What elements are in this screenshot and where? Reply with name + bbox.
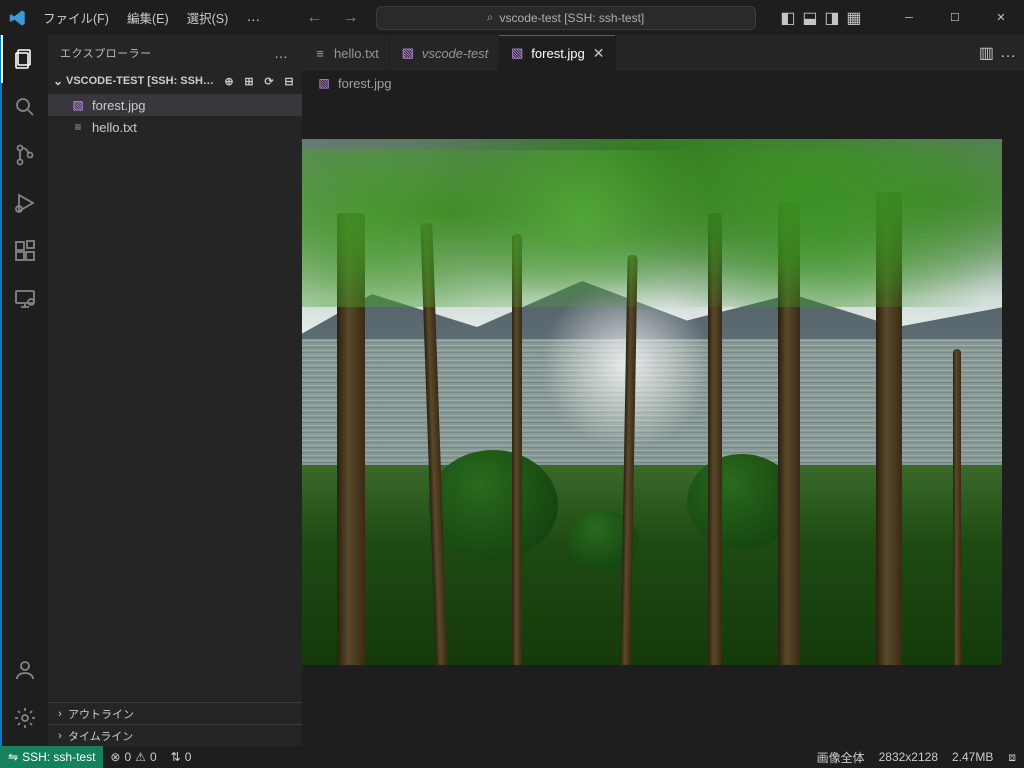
nav-arrows: ← → <box>300 7 364 29</box>
window-controls: ─ ☐ ✕ <box>886 0 1024 35</box>
tree-item-hello[interactable]: ≡ hello.txt <box>48 116 302 138</box>
status-image-size[interactable]: 2.47MB <box>945 746 1000 768</box>
activity-extensions[interactable] <box>1 227 49 275</box>
activity-bar <box>0 35 48 746</box>
menu-bar: ファイル(F) 編集(E) 選択(S) … <box>35 4 270 31</box>
tree-item-forest[interactable]: ▧ forest.jpg <box>48 94 302 116</box>
activity-search[interactable] <box>1 83 49 131</box>
command-center-text: vscode-test [SSH: ssh-test] <box>500 11 645 25</box>
toggle-secondary-sidebar-icon[interactable]: ◨ <box>822 8 842 28</box>
timeline-pane[interactable]: › タイムライン <box>48 724 302 746</box>
chevron-right-icon: › <box>52 730 68 742</box>
status-notifications-icon[interactable]: ⧈ <box>1000 746 1024 768</box>
tab-close-icon[interactable]: ✕ <box>593 45 605 62</box>
menu-file[interactable]: ファイル(F) <box>35 4 117 31</box>
text-file-icon: ≡ <box>70 119 86 135</box>
status-ports[interactable]: ⇅ 0 <box>164 746 199 768</box>
warning-icon: ⚠ <box>135 750 146 764</box>
sidebar-more-icon[interactable]: … <box>274 45 290 61</box>
tab-label: forest.jpg <box>531 46 584 61</box>
activity-run-debug[interactable] <box>1 179 49 227</box>
toggle-primary-sidebar-icon[interactable]: ◧ <box>778 8 798 28</box>
image-preview <box>302 139 1002 665</box>
menu-more[interactable]: … <box>238 4 270 31</box>
image-file-icon: ▧ <box>509 45 525 61</box>
error-count: 0 <box>124 750 131 764</box>
activity-source-control[interactable] <box>1 131 49 179</box>
customize-layout-icon[interactable]: ▦ <box>844 8 864 28</box>
image-file-icon: ▧ <box>70 97 86 113</box>
file-tree: ▧ forest.jpg ≡ hello.txt <box>48 92 302 702</box>
status-image-dimensions[interactable]: 2832x2128 <box>872 746 945 768</box>
outline-pane[interactable]: › アウトライン <box>48 702 302 724</box>
vscode-logo-icon <box>0 9 35 27</box>
error-icon: ⊗ <box>110 750 120 764</box>
editor-area: ≡ hello.txt ▧ vscode-test ▧ forest.jpg ✕… <box>302 35 1024 746</box>
sidebar-header: エクスプローラー … <box>48 35 302 70</box>
tab-hello[interactable]: ≡ hello.txt <box>302 35 390 71</box>
menu-edit[interactable]: 編集(E) <box>119 4 177 31</box>
tree-item-label: hello.txt <box>92 120 137 135</box>
menu-select[interactable]: 選択(S) <box>179 4 237 31</box>
breadcrumb-label: forest.jpg <box>338 76 391 91</box>
text-file-icon: ≡ <box>312 45 328 61</box>
tab-more-icon[interactable]: … <box>1000 44 1016 62</box>
new-file-icon[interactable]: ⊕ <box>220 72 238 90</box>
search-icon: ⌕ <box>487 10 494 25</box>
image-viewer[interactable] <box>302 95 1024 746</box>
refresh-icon[interactable]: ⟳ <box>260 72 278 90</box>
image-file-icon: ▧ <box>316 75 332 91</box>
activity-explorer[interactable] <box>1 35 49 83</box>
nav-forward-icon[interactable]: → <box>336 7 364 29</box>
ports-icon: ⇅ <box>171 750 181 764</box>
tab-bar-actions: ▥ … <box>971 35 1024 71</box>
window-close-button[interactable]: ✕ <box>978 0 1024 35</box>
warning-count: 0 <box>150 750 157 764</box>
activity-settings[interactable] <box>1 694 49 742</box>
activity-accounts[interactable] <box>1 646 49 694</box>
activity-remote-explorer[interactable] <box>1 275 49 323</box>
sidebar-title: エクスプローラー <box>60 45 152 61</box>
breadcrumb[interactable]: ▧ forest.jpg <box>302 71 1024 95</box>
chevron-right-icon: › <box>52 708 68 720</box>
window-minimize-button[interactable]: ─ <box>886 0 932 35</box>
ports-count: 0 <box>185 750 192 764</box>
tab-vscode-test[interactable]: ▧ vscode-test <box>390 35 499 71</box>
command-center[interactable]: ⌕ vscode-test [SSH: ssh-test] <box>376 6 756 30</box>
tab-label: vscode-test <box>422 46 488 61</box>
remote-text: SSH: ssh-test <box>22 750 95 764</box>
status-bar: ⇋ SSH: ssh-test ⊗ 0 ⚠ 0 ⇅ 0 画像全体 2832x21… <box>0 746 1024 768</box>
new-folder-icon[interactable]: ⊞ <box>240 72 258 90</box>
collapse-all-icon[interactable]: ⊟ <box>280 72 298 90</box>
sidebar-panes: › アウトライン › タイムライン <box>48 702 302 746</box>
split-editor-icon[interactable]: ▥ <box>979 43 994 63</box>
title-bar: ファイル(F) 編集(E) 選択(S) … ← → ⌕ vscode-test … <box>0 0 1024 35</box>
image-file-icon: ▧ <box>400 45 416 61</box>
toggle-panel-icon[interactable]: ⬓ <box>800 8 820 28</box>
explorer-sidebar: エクスプローラー … ⌄ VSCODE-TEST [SSH: SSH… ⊕ ⊞ … <box>48 35 302 746</box>
status-problems[interactable]: ⊗ 0 ⚠ 0 <box>103 746 163 768</box>
chevron-down-icon: ⌄ <box>50 74 66 88</box>
nav-back-icon[interactable]: ← <box>300 7 328 29</box>
folder-name: VSCODE-TEST [SSH: SSH… <box>66 75 220 87</box>
tab-label: hello.txt <box>334 46 379 61</box>
tab-forest[interactable]: ▧ forest.jpg ✕ <box>499 35 615 71</box>
tree-item-label: forest.jpg <box>92 98 145 113</box>
tab-bar: ≡ hello.txt ▧ vscode-test ▧ forest.jpg ✕… <box>302 35 1024 71</box>
folder-actions: ⊕ ⊞ ⟳ ⊟ <box>220 72 298 90</box>
window-maximize-button[interactable]: ☐ <box>932 0 978 35</box>
outline-label: アウトライン <box>68 706 134 722</box>
remote-icon: ⇋ <box>8 750 18 764</box>
status-image-label[interactable]: 画像全体 <box>810 746 872 768</box>
layout-controls: ◧ ⬓ ◨ ▦ <box>778 8 864 28</box>
remote-indicator[interactable]: ⇋ SSH: ssh-test <box>0 746 103 768</box>
folder-section-header[interactable]: ⌄ VSCODE-TEST [SSH: SSH… ⊕ ⊞ ⟳ ⊟ <box>48 70 302 92</box>
timeline-label: タイムライン <box>68 728 133 744</box>
